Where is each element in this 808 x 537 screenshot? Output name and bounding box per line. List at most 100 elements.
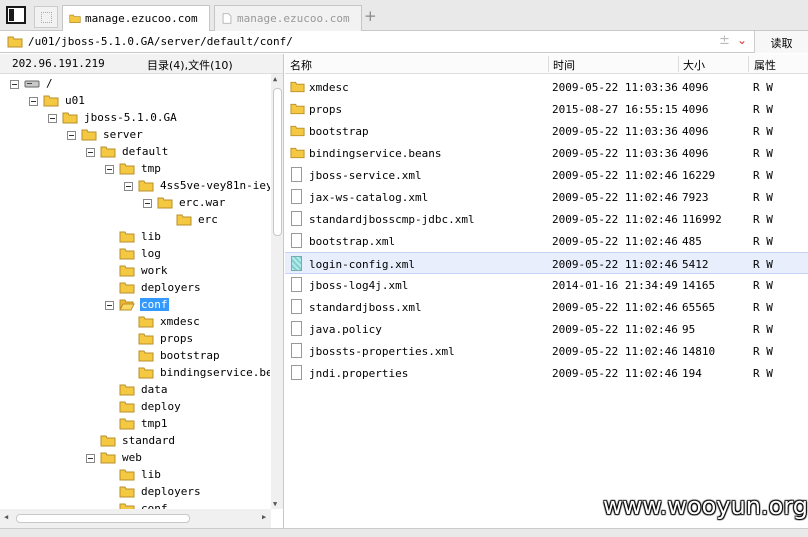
file-size: 116992 (682, 213, 722, 226)
collapse-toggle[interactable] (124, 182, 133, 191)
tree-node-label: log (141, 247, 161, 260)
file-time: 2009-05-22 11:03:36 (552, 147, 678, 160)
folder-icon (290, 103, 305, 115)
collapse-toggle[interactable] (29, 97, 38, 106)
column-header-size[interactable]: 大小 (683, 57, 705, 73)
file-size: 7923 (682, 191, 709, 204)
file-row[interactable]: jboss-log4j.xml 2014-01-16 21:34:49 14165 R… (285, 274, 808, 296)
column-header-attr[interactable]: 属性 (754, 57, 776, 73)
collapse-toggle[interactable] (105, 165, 114, 174)
file-attr: R W (753, 103, 773, 116)
file-size: 16229 (682, 169, 716, 182)
collapse-toggle[interactable] (143, 199, 152, 208)
read-button[interactable]: 读取 (754, 31, 808, 53)
file-name: jboss-service.xml (309, 169, 422, 182)
folder-icon (138, 350, 154, 362)
file-list-panel: 名称 时间 大小 属性 xmdesc 2009-05-22 11:03:36 409… (285, 54, 808, 528)
file-name: bindingservice.beans (309, 147, 442, 160)
file-time: 2009-05-22 11:02:46 (552, 345, 678, 358)
file-row[interactable]: jndi.properties 2009-05-22 11:02:46 194 R W (285, 362, 808, 384)
collapse-toggle[interactable] (86, 148, 95, 157)
file-time: 2009-05-22 11:03:36 (552, 81, 678, 94)
path-input[interactable]: /u01/jboss-5.1.0.GA/server/default/conf/ (28, 35, 293, 48)
tab-active[interactable]: manage.ezucoo.com (62, 5, 210, 31)
folder-icon (119, 384, 135, 396)
collapse-toggle[interactable] (10, 80, 19, 89)
file-time: 2009-05-22 11:02:46 (552, 323, 678, 336)
tree-node-label: server (103, 128, 143, 141)
folder-icon (119, 486, 135, 498)
collapse-toggle[interactable] (86, 454, 95, 463)
tree-node-label: web (122, 451, 142, 464)
tree-header: 202.96.191.219 目录(4),文件(10) (0, 54, 283, 74)
folder-icon (119, 503, 135, 509)
server-ip: 202.96.191.219 (12, 57, 105, 70)
file-row[interactable]: standardjbosscmp-jdbc.xml 2009-05-22 11:0… (285, 208, 808, 230)
file-time: 2015-08-27 16:55:15 (552, 103, 678, 116)
file-attr: R W (753, 169, 773, 182)
file-row[interactable]: login-config.xml 2009-05-22 11:02:46 5412 R… (285, 252, 808, 274)
watermark: www.wooyun.org (603, 492, 808, 520)
folder-icon (119, 469, 135, 481)
file-attr: R W (753, 213, 773, 226)
folder-icon (100, 452, 116, 464)
scroll-up-icon[interactable]: ▲ (273, 75, 277, 83)
menu-icon[interactable] (6, 6, 26, 24)
file-row[interactable]: jax-ws-catalog.xml 2009-05-22 11:02:46 792… (285, 186, 808, 208)
column-header-time[interactable]: 时间 (553, 57, 575, 73)
file-row[interactable]: standardjboss.xml 2009-05-22 11:02:46 6556… (285, 296, 808, 318)
collapse-toggle[interactable] (67, 131, 76, 140)
new-tab-button[interactable]: + (364, 7, 377, 25)
scroll-down-icon[interactable]: ▼ (273, 500, 277, 508)
tab-inactive-label: manage.ezucoo.com (237, 12, 350, 25)
tree-node-label: bootstrap (160, 349, 220, 362)
scroll-right-icon[interactable]: ▶ (262, 513, 266, 521)
file-size: 14810 (682, 345, 716, 358)
tab-inactive[interactable]: manage.ezucoo.com (214, 5, 362, 31)
tree-vertical-scrollbar[interactable]: ▲ ▼ (271, 74, 283, 509)
scrollbar-thumb[interactable] (273, 88, 282, 236)
file-size: 4096 (682, 125, 709, 138)
tree-node-label: conf (140, 298, 169, 311)
blank-tab[interactable] (34, 6, 58, 28)
file-row[interactable]: bindingservice.beans 2009-05-22 11:03:36 4… (285, 142, 808, 164)
folder-icon (176, 214, 192, 226)
file-name: standardjbosscmp-jdbc.xml (309, 213, 475, 226)
collapse-toggle[interactable] (105, 301, 114, 310)
column-header-name[interactable]: 名称 (290, 57, 312, 73)
file-name: xmdesc (309, 81, 349, 94)
tree-node-label: tmp1 (141, 417, 168, 430)
file-row[interactable]: jboss-service.xml 2009-05-22 11:02:46 1622… (285, 164, 808, 186)
file-icon (291, 365, 302, 380)
scroll-left-icon[interactable]: ◀ (4, 513, 8, 521)
file-row[interactable]: bootstrap.xml 2009-05-22 11:02:46 485 R W (285, 230, 808, 252)
file-size: 5412 (682, 258, 709, 271)
file-name: bootstrap.xml (309, 235, 396, 248)
file-time: 2014-01-16 21:34:49 (552, 279, 678, 292)
file-name: jndi.properties (309, 367, 409, 380)
file-row[interactable]: jbossts-properties.xml 2009-05-22 11:02:4… (285, 340, 808, 362)
folder-icon (138, 180, 154, 192)
tree-node-label: erc (198, 213, 218, 226)
folder-icon (119, 282, 135, 294)
file-attr: R W (753, 235, 773, 248)
file-size: 95 (682, 323, 696, 336)
collapse-toggle[interactable] (48, 114, 57, 123)
tree-node-label: bindingservice.beans (160, 366, 270, 379)
chevron-down-icon[interactable]: ⌄ (737, 33, 747, 47)
file-row[interactable]: bootstrap 2009-05-22 11:03:36 4096 R W (285, 120, 808, 142)
file-size: 65565 (682, 301, 716, 314)
tree-node-label: xmdesc (160, 315, 200, 328)
scrollbar-thumb[interactable] (16, 514, 190, 523)
bookmark-icon[interactable]: ± (719, 33, 730, 48)
file-name: bootstrap (309, 125, 369, 138)
file-name: props (309, 103, 343, 116)
folder-icon (119, 401, 135, 413)
file-time: 2009-05-22 11:02:46 (552, 213, 678, 226)
folder-icon (119, 265, 135, 277)
blank-page-icon (41, 12, 52, 23)
file-row[interactable]: props 2015-08-27 16:55:15 4096 R W (285, 98, 808, 120)
tree-horizontal-scrollbar[interactable]: ◀ ▶ (0, 509, 271, 528)
file-row[interactable]: java.policy 2009-05-22 11:02:46 95 R W (285, 318, 808, 340)
file-row[interactable]: xmdesc 2009-05-22 11:03:36 4096 R W (285, 76, 808, 98)
